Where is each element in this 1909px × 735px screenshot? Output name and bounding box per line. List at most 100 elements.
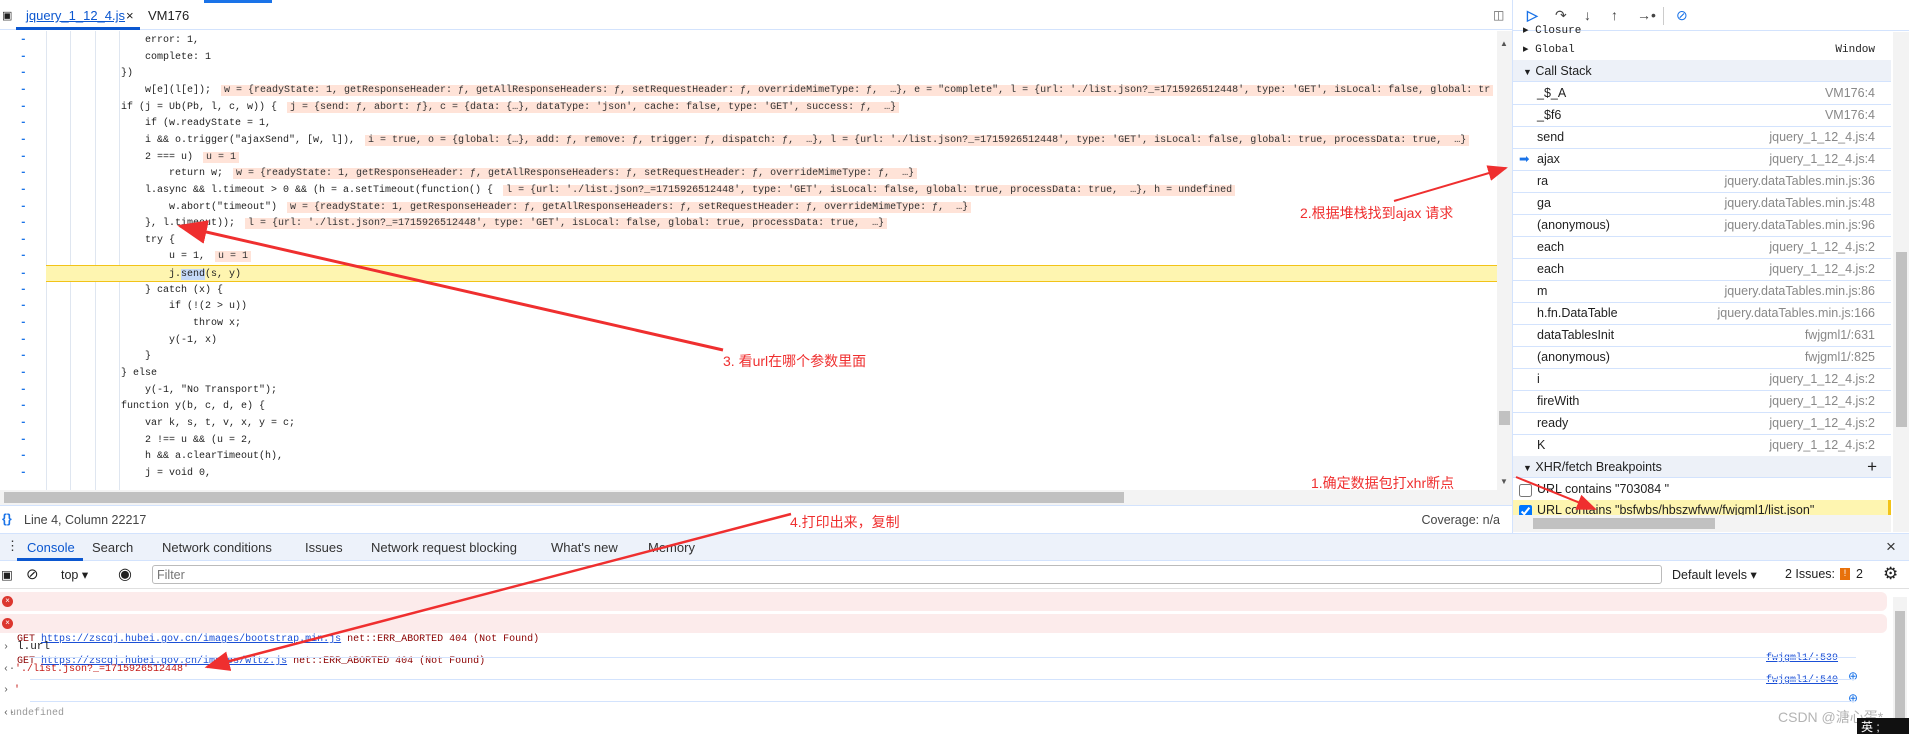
line-gutter-marker[interactable]: - xyxy=(20,382,27,399)
context-select[interactable]: top ▾ xyxy=(61,567,88,582)
code-text: u = 1, xyxy=(169,251,206,263)
tab-network-request-blocking[interactable]: Network request blocking xyxy=(371,540,517,555)
tab-network-conditions[interactable]: Network conditions xyxy=(162,540,272,555)
step-out-icon[interactable]: ↑ xyxy=(1611,7,1618,23)
step-into-icon[interactable]: ↓ xyxy=(1584,7,1591,23)
console-input-row: › ' xyxy=(3,685,21,696)
console-settings-gear-icon[interactable]: ⚙ xyxy=(1883,564,1898,584)
call-stack-frame[interactable]: i jquery_1_12_4.js:2 xyxy=(1513,369,1891,391)
line-gutter-marker[interactable]: - xyxy=(20,182,27,199)
line-gutter-marker[interactable]: - xyxy=(20,99,27,116)
code-line-content: function y(b, c, d, e) { xyxy=(121,398,265,415)
call-stack-frame[interactable]: Kjquery_1_12_4.js:2 xyxy=(1513,435,1891,457)
log-levels-select[interactable]: Default levels ▾ xyxy=(1672,567,1757,582)
console-toolbar: ▣ ⊘ top ▾ ◉ Default levels ▾ 2 Issues: !… xyxy=(0,561,1909,589)
line-gutter-marker[interactable]: - xyxy=(20,32,27,49)
code-text: j.send(s, y) xyxy=(169,269,242,281)
line-gutter-marker[interactable]: - xyxy=(20,282,27,299)
tab-search[interactable]: Search xyxy=(92,540,133,555)
sidebar-toggle-icon[interactable]: ◫ xyxy=(1493,8,1504,22)
line-gutter-marker[interactable]: - xyxy=(20,115,27,132)
call-stack-frame[interactable]: dataTablesInit fwjgml1/:631 xyxy=(1513,325,1891,347)
close-tab-icon[interactable]: × xyxy=(126,8,134,23)
call-stack-frame[interactable]: (anonymous) fwjgml1/:825 xyxy=(1513,347,1891,369)
call-stack-frame[interactable]: _$f6 VM176:4 xyxy=(1513,105,1891,127)
call-stack-frame[interactable]: m jquery.dataTables.min.js:86 xyxy=(1513,281,1891,303)
line-gutter-marker[interactable]: - xyxy=(20,298,27,315)
line-gutter-marker[interactable]: - xyxy=(20,165,27,182)
tab-jquery[interactable]: jquery_1_12_4.js xyxy=(26,8,125,23)
tab-vm176[interactable]: VM176 xyxy=(148,8,189,23)
line-gutter-marker[interactable]: - xyxy=(20,132,27,149)
call-stack-frame[interactable]: h.fn.DataTable jquery.dataTables.min.js:1… xyxy=(1513,303,1891,325)
line-gutter-marker[interactable]: - xyxy=(20,248,27,265)
frame-name: send xyxy=(1537,130,1565,144)
deactivate-breakpoints-icon[interactable]: ⊘ xyxy=(1676,7,1688,24)
line-gutter-marker[interactable]: - xyxy=(20,199,27,216)
call-stack-frame[interactable]: each jquery_1_12_4.js:2 xyxy=(1513,259,1891,281)
console-sidebar-icon[interactable]: ▣ xyxy=(1,567,13,582)
clear-console-icon[interactable]: ⊘ xyxy=(26,565,39,583)
code-line-content: y(-1, x) xyxy=(169,332,217,349)
xhr-breakpoints-header[interactable]: ▼ XHR/fetch Breakpoints + xyxy=(1513,456,1891,478)
step-over-icon[interactable]: ↷ xyxy=(1555,7,1567,24)
live-expression-eye-icon[interactable]: ◉ xyxy=(118,564,132,584)
call-stack-frame[interactable]: ready jquery_1_12_4.js:2 xyxy=(1513,413,1891,435)
console-filter-input[interactable] xyxy=(152,565,1662,584)
line-gutter-marker[interactable]: - xyxy=(20,65,27,82)
code-vertical-scrollbar[interactable]: ▲ ▼ xyxy=(1497,31,1512,490)
add-breakpoint-icon[interactable]: + xyxy=(1867,456,1877,478)
line-gutter-marker[interactable]: - xyxy=(20,332,27,349)
call-stack-frame[interactable]: each jquery_1_12_4.js:2 xyxy=(1513,237,1891,259)
call-stack-frame[interactable]: (anonymous) jquery.dataTables.min.js:96 xyxy=(1513,215,1891,237)
tab-console[interactable]: Console xyxy=(27,540,75,555)
call-stack-frame[interactable]: ga jquery.dataTables.min.js:48 xyxy=(1513,193,1891,215)
code-line: - if (!(2 > u)) xyxy=(0,298,1497,315)
line-gutter-marker[interactable]: - xyxy=(20,348,27,365)
navigator-toggle-icon[interactable]: ▣ xyxy=(2,9,12,22)
line-gutter-marker[interactable]: - xyxy=(20,266,27,283)
call-stack-frame[interactable]: fireWith jquery_1_12_4.js:2 xyxy=(1513,391,1891,413)
breakpoint-checkbox[interactable] xyxy=(1519,484,1532,497)
line-gutter-marker[interactable]: - xyxy=(20,432,27,449)
code-editor[interactable]: - error: 1, - complete: 1-}) - w[e](l[e]); w =… xyxy=(0,31,1497,490)
line-gutter-marker[interactable]: - xyxy=(20,448,27,465)
line-gutter-marker[interactable]: - xyxy=(20,149,27,166)
sidebar-vertical-scrollbar[interactable] xyxy=(1893,32,1909,532)
frame-name: ajax xyxy=(1537,152,1560,166)
more-icon[interactable]: ⋮ xyxy=(6,538,19,554)
line-gutter-marker[interactable]: - xyxy=(20,365,27,382)
resume-icon[interactable]: ▷ xyxy=(1527,7,1538,24)
step-icon[interactable]: →• xyxy=(1637,7,1656,23)
scope-global[interactable]: ▸ Global Window xyxy=(1513,40,1891,62)
tab-issues[interactable]: Issues xyxy=(305,540,343,555)
console-scrollbar[interactable] xyxy=(1893,597,1907,734)
line-gutter-marker[interactable]: - xyxy=(20,398,27,415)
xhr-breakpoint[interactable]: URL contains "703084 " xyxy=(1513,479,1891,501)
scroll-thumb[interactable] xyxy=(4,492,1124,503)
code-horizontal-scrollbar[interactable] xyxy=(0,490,1512,505)
scroll-thumb[interactable] xyxy=(1499,411,1510,425)
scope-closure[interactable]: ▸ Closure xyxy=(1513,25,1891,40)
error-icon: × xyxy=(2,596,13,607)
line-gutter-marker[interactable]: - xyxy=(20,49,27,66)
line-gutter-marker[interactable]: - xyxy=(20,232,27,249)
line-gutter-marker[interactable]: - xyxy=(20,82,27,99)
console-output[interactable]: × GET https://zscqj.hubei.gov.cn/images/… xyxy=(0,589,1909,734)
line-gutter-marker[interactable]: - xyxy=(20,465,27,482)
line-gutter-marker[interactable]: - xyxy=(20,315,27,332)
call-stack-frame[interactable]: ra jquery.dataTables.min.js:36 xyxy=(1513,171,1891,193)
tab-whats-new[interactable]: What's new xyxy=(551,540,618,555)
sidebar-horizontal-scrollbar[interactable] xyxy=(1513,515,1891,532)
line-gutter-marker[interactable]: - xyxy=(20,215,27,232)
close-drawer-icon[interactable]: × xyxy=(1886,537,1896,557)
call-stack-frame[interactable]: ➡ ajax jquery_1_12_4.js:4 xyxy=(1513,149,1891,171)
line-gutter-marker[interactable]: - xyxy=(20,415,27,432)
tab-memory[interactable]: Memory xyxy=(648,540,695,555)
call-stack-frame[interactable]: send jquery_1_12_4.js:4 xyxy=(1513,127,1891,149)
call-stack-header[interactable]: ▼ Call Stack xyxy=(1513,60,1891,82)
annotation-step2: 2.根据堆栈找到ajax 请求 xyxy=(1300,205,1454,221)
issues-button[interactable]: 2 Issues: xyxy=(1785,567,1835,581)
pretty-print-icon[interactable]: {} xyxy=(2,512,12,526)
call-stack-frame[interactable]: _$_A VM176:4 xyxy=(1513,83,1891,105)
